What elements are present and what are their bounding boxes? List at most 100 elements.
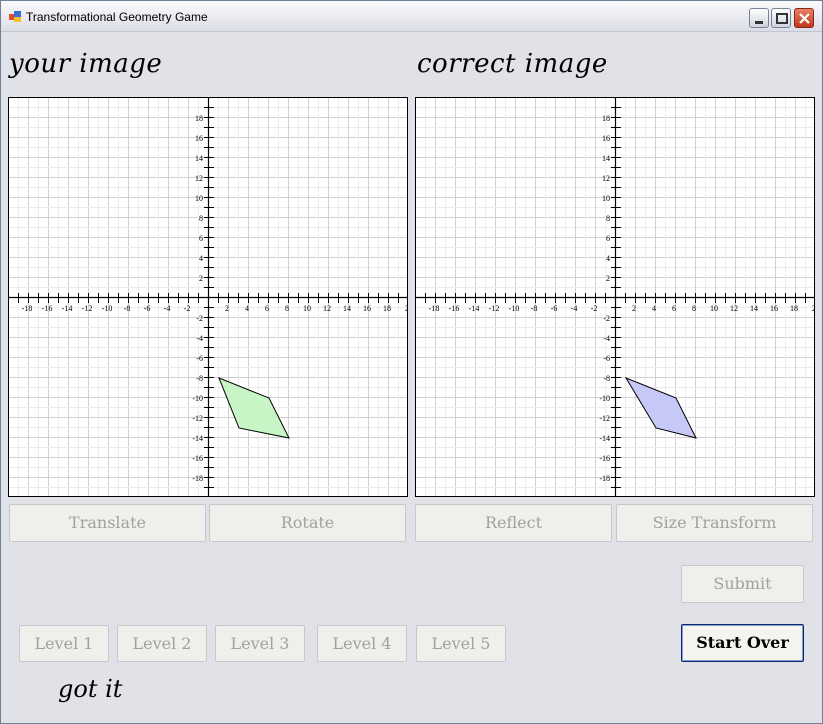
y-tick-label: 12 bbox=[195, 174, 203, 183]
y-tick-label: -8 bbox=[603, 374, 610, 383]
x-tick-label: 8 bbox=[692, 304, 696, 313]
close-button[interactable] bbox=[794, 8, 814, 28]
y-tick-label: 16 bbox=[602, 134, 610, 143]
window-title: Transformational Geometry Game bbox=[26, 10, 208, 24]
y-tick-label: 2 bbox=[199, 274, 203, 283]
y-tick-label: 10 bbox=[602, 194, 610, 203]
level-4-button[interactable]: Level 4 bbox=[317, 625, 407, 662]
y-tick-label: 6 bbox=[199, 234, 203, 243]
x-tick-label: -6 bbox=[144, 304, 151, 313]
level-1-button[interactable]: Level 1 bbox=[19, 625, 109, 662]
x-tick-label: -14 bbox=[469, 304, 480, 313]
your-image-graph: -18 -16 -14 -12 -10 -8 -6 -4 -2 2 4 6 8 10 12 14 16 18 2 18… bbox=[8, 97, 408, 497]
x-tick-label: 4 bbox=[652, 304, 656, 313]
y-tick-label: 10 bbox=[195, 194, 203, 203]
x-tick-label: -8 bbox=[531, 304, 538, 313]
y-tick-label: 18 bbox=[195, 114, 203, 123]
x-tick-label: 8 bbox=[285, 304, 289, 313]
title-bar[interactable]: Transformational Geometry Game bbox=[1, 1, 822, 32]
y-tick-label: -10 bbox=[599, 394, 610, 403]
y-tick-label: 2 bbox=[606, 274, 610, 283]
minimize-icon bbox=[755, 21, 763, 24]
y-tick-label: -18 bbox=[599, 474, 610, 483]
x-tick-label: 16 bbox=[363, 304, 371, 313]
x-tick-label: 2 bbox=[225, 304, 229, 313]
level-5-button[interactable]: Level 5 bbox=[416, 625, 506, 662]
x-tick-label: -14 bbox=[62, 304, 73, 313]
x-tick-label: 10 bbox=[710, 304, 718, 313]
x-tick-label: -16 bbox=[42, 304, 53, 313]
level-2-button[interactable]: Level 2 bbox=[117, 625, 207, 662]
your-image-plot: -18 -16 -14 -12 -10 -8 -6 -4 -2 2 4 6 8 10 12 14 16 18 2 18… bbox=[9, 98, 407, 496]
y-tick-label: 6 bbox=[606, 234, 610, 243]
translate-button[interactable]: Translate bbox=[9, 504, 206, 542]
y-tick-label: 12 bbox=[602, 174, 610, 183]
y-tick-label: -6 bbox=[603, 354, 610, 363]
x-tick-label: 6 bbox=[265, 304, 269, 313]
x-tick-label: -10 bbox=[102, 304, 113, 313]
status-message: got it bbox=[58, 675, 123, 703]
y-tick-label: -12 bbox=[599, 414, 610, 423]
y-tick-label: -18 bbox=[192, 474, 203, 483]
minimize-button[interactable] bbox=[749, 8, 769, 28]
x-tick-label: 2 bbox=[812, 304, 814, 313]
x-tick-label: -6 bbox=[551, 304, 558, 313]
y-tick-label: -2 bbox=[196, 314, 203, 323]
x-tick-label: -4 bbox=[571, 304, 578, 313]
y-tick-label: 18 bbox=[602, 114, 610, 123]
submit-button[interactable]: Submit bbox=[681, 565, 804, 603]
y-tick-label: -14 bbox=[599, 434, 610, 443]
x-tick-label: -12 bbox=[489, 304, 500, 313]
y-tick-label: -4 bbox=[603, 334, 610, 343]
x-tick-label: 18 bbox=[790, 304, 798, 313]
rotate-button[interactable]: Rotate bbox=[209, 504, 406, 542]
x-tick-label: 14 bbox=[750, 304, 758, 313]
maximize-button[interactable] bbox=[771, 8, 791, 28]
y-tick-label: -16 bbox=[192, 454, 203, 463]
x-tick-label: 14 bbox=[343, 304, 351, 313]
y-tick-label: 8 bbox=[199, 214, 203, 223]
start-over-button[interactable]: Start Over bbox=[681, 624, 804, 662]
app-window: Transformational Geometry Game your imag… bbox=[0, 0, 823, 724]
x-tick-label: 4 bbox=[245, 304, 249, 313]
x-tick-label: -12 bbox=[82, 304, 93, 313]
x-tick-label: -10 bbox=[509, 304, 520, 313]
y-tick-label: 14 bbox=[602, 154, 610, 163]
size-transform-button[interactable]: Size Transform bbox=[616, 504, 813, 542]
x-tick-label: -8 bbox=[124, 304, 131, 313]
your-image-caption: your image bbox=[9, 49, 163, 79]
maximize-icon bbox=[776, 13, 788, 24]
x-tick-label: -16 bbox=[449, 304, 460, 313]
close-icon bbox=[799, 13, 810, 24]
x-tick-label: -18 bbox=[22, 304, 33, 313]
x-tick-label: -18 bbox=[429, 304, 440, 313]
x-tick-label: 2 bbox=[632, 304, 636, 313]
y-tick-label: -10 bbox=[192, 394, 203, 403]
correct-image-caption: correct image bbox=[417, 49, 608, 79]
x-tick-label: 12 bbox=[730, 304, 738, 313]
y-tick-label: -14 bbox=[192, 434, 203, 443]
y-tick-label: 14 bbox=[195, 154, 203, 163]
reflect-button[interactable]: Reflect bbox=[415, 504, 612, 542]
correct-image-plot: -18 -16 -14 -12 -10 -8 -6 -4 -2 2 4 6 8 10 12 14 16 18 2 18… bbox=[416, 98, 814, 496]
x-tick-label: -2 bbox=[591, 304, 598, 313]
y-tick-label: -2 bbox=[603, 314, 610, 323]
x-tick-label: 12 bbox=[323, 304, 331, 313]
level-3-button[interactable]: Level 3 bbox=[215, 625, 305, 662]
app-icon bbox=[9, 11, 21, 22]
x-tick-label: 18 bbox=[383, 304, 391, 313]
x-tick-label: -4 bbox=[164, 304, 171, 313]
y-tick-label: -6 bbox=[196, 354, 203, 363]
correct-image-graph: -18 -16 -14 -12 -10 -8 -6 -4 -2 2 4 6 8 10 12 14 16 18 2 18… bbox=[415, 97, 815, 497]
x-tick-label: 16 bbox=[770, 304, 778, 313]
y-tick-label: -16 bbox=[599, 454, 610, 463]
x-tick-label: 6 bbox=[672, 304, 676, 313]
y-tick-label: 4 bbox=[199, 254, 203, 263]
y-tick-label: 8 bbox=[606, 214, 610, 223]
y-tick-label: -4 bbox=[196, 334, 203, 343]
y-tick-label: 4 bbox=[606, 254, 610, 263]
x-tick-label: 10 bbox=[303, 304, 311, 313]
x-tick-label: 2 bbox=[405, 304, 407, 313]
y-tick-label: -12 bbox=[192, 414, 203, 423]
x-tick-label: -2 bbox=[184, 304, 191, 313]
